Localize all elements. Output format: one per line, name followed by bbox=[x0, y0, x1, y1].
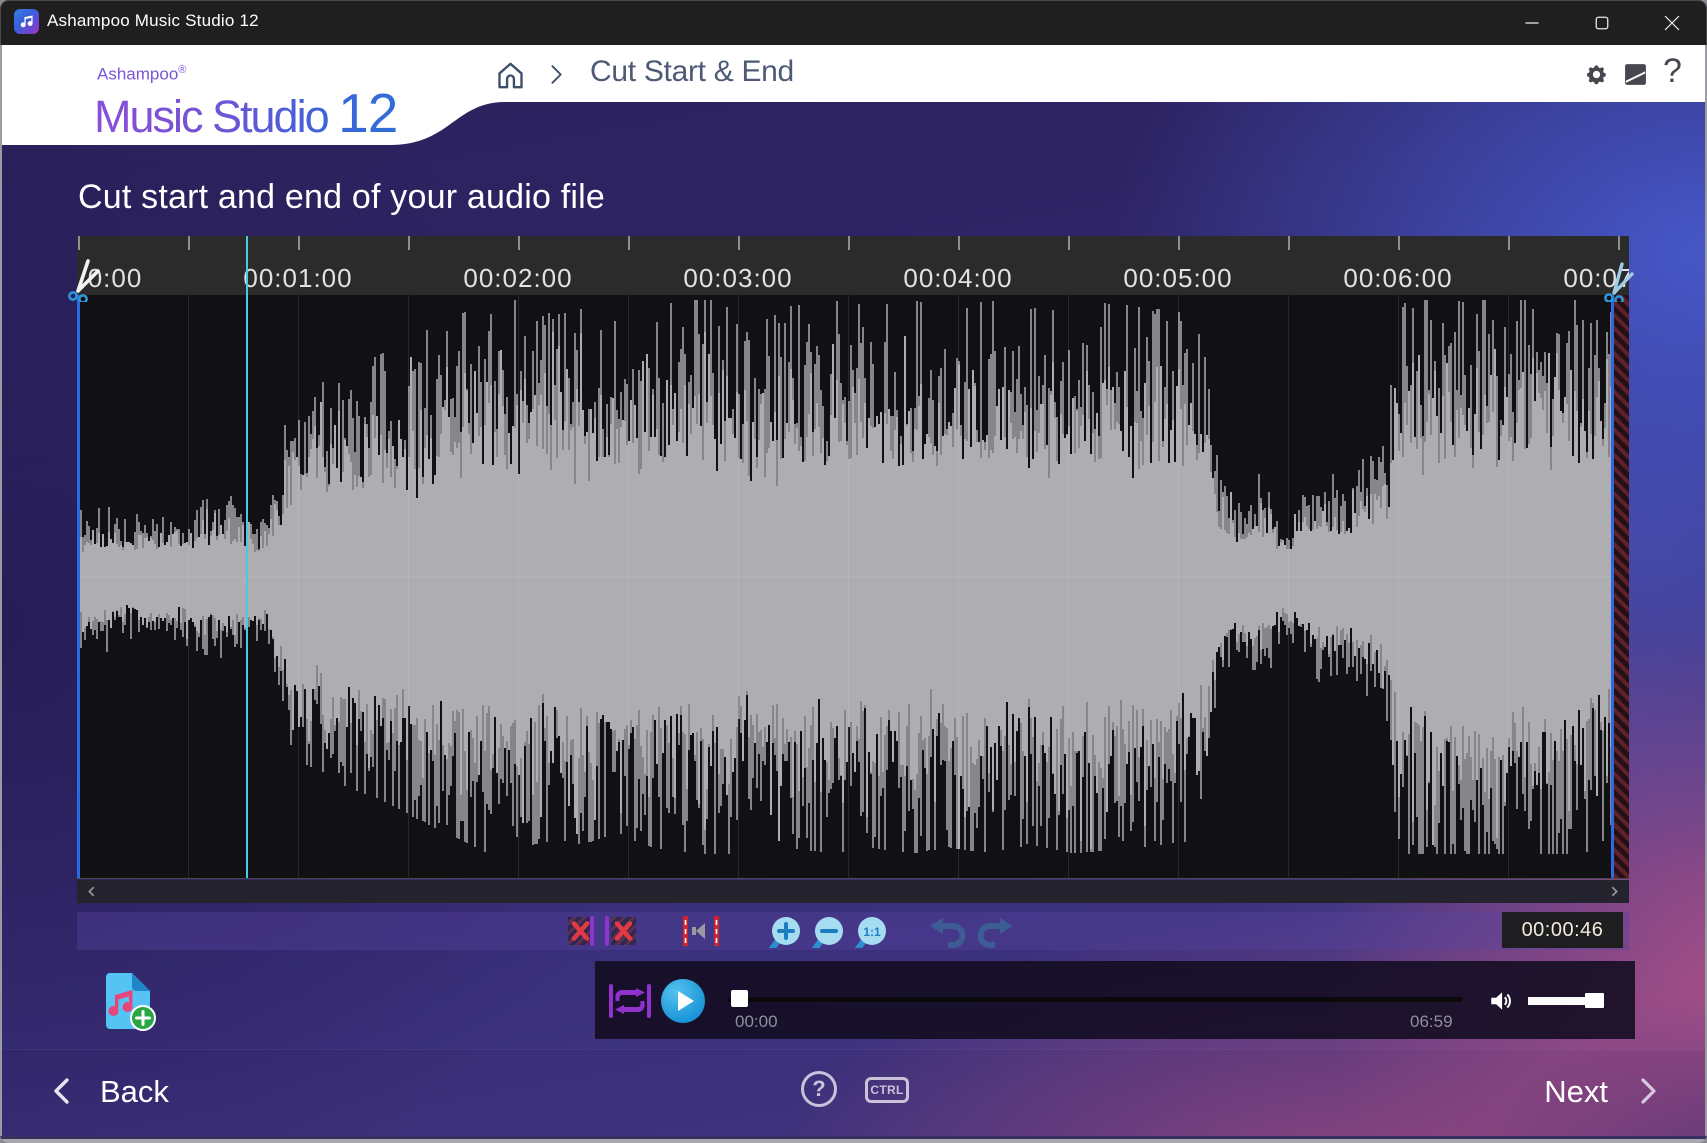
svg-text:1:1: 1:1 bbox=[863, 925, 881, 939]
